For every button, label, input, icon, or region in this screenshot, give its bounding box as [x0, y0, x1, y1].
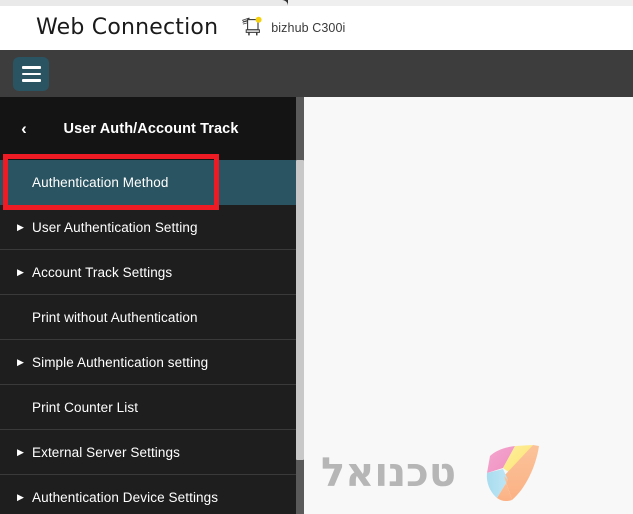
sidebar-menu-list: ▶ Authentication Method ▶ User Authentic…: [0, 160, 296, 514]
sidebar-item-user-authentication-setting[interactable]: ▶ User Authentication Setting: [0, 205, 296, 250]
sidebar-item-authentication-device-settings[interactable]: ▶ Authentication Device Settings: [0, 475, 296, 514]
sidebar-item-label: External Server Settings: [32, 444, 180, 460]
sidebar-item-label: User Authentication Setting: [32, 219, 198, 235]
sidebar-item-print-without-authentication[interactable]: ▶ Print without Authentication: [0, 295, 296, 340]
hamburger-menu-icon[interactable]: [13, 57, 49, 91]
sidebar-item-label: Print Counter List: [32, 399, 139, 415]
content-area: טכנואל: [303, 97, 633, 514]
triangle-right-icon: ▶: [17, 356, 24, 367]
sidebar: ‹ User Auth/Account Track ▶ Authenticati…: [0, 97, 296, 514]
triangle-right-icon: ▶: [17, 491, 24, 502]
sidebar-title: User Auth/Account Track: [63, 120, 239, 137]
sidebar-item-label: Print without Authentication: [32, 309, 198, 325]
sidebar-header: ‹ User Auth/Account Track: [0, 97, 296, 160]
device-indicator: bizhub C300i: [240, 16, 345, 40]
sidebar-item-label: Simple Authentication setting: [32, 354, 209, 370]
main-body: טכנואל ‹ User Auth/Account Track Authent…: [0, 97, 633, 514]
sidebar-item-simple-authentication-setting[interactable]: ▶ Simple Authentication setting: [0, 340, 296, 385]
sidebar-item-label: Authentication Device Settings: [32, 489, 219, 505]
sidebar-item-label: Account Track Settings: [32, 264, 173, 280]
hamburger-line: [21, 72, 41, 76]
triangle-right-icon: ▶: [17, 221, 24, 232]
printer-mfp-icon: [240, 16, 264, 40]
triangle-right-icon: ▶: [17, 266, 24, 277]
top-navigation-bar: [0, 50, 633, 97]
sidebar-item-print-counter-list[interactable]: ▶ Print Counter List: [0, 385, 296, 430]
browser-window: Web Connection bizhub C300i טכנואל ‹ Use…: [0, 0, 633, 514]
hamburger-line: [21, 66, 41, 69]
sidebar-item-external-server-settings[interactable]: ▶ External Server Settings: [0, 430, 296, 475]
brand-title: Web Connection: [36, 15, 219, 40]
triangle-right-icon: ▶: [17, 446, 24, 457]
sidebar-item-authentication-method[interactable]: ▶ Authentication Method: [0, 160, 296, 205]
sidebar-item-account-track-settings[interactable]: ▶ Account Track Settings: [0, 250, 296, 295]
chevron-left-icon[interactable]: ‹: [14, 119, 34, 139]
device-name: bizhub C300i: [271, 21, 346, 35]
watermark: טכנואל: [321, 440, 542, 506]
hamburger-line: [21, 79, 41, 82]
technoel-logo-icon: [470, 440, 542, 506]
sidebar-item-label: Authentication Method: [32, 174, 169, 190]
sidebar-scrollbar-thumb[interactable]: [296, 160, 304, 460]
watermark-text: טכנואל: [321, 450, 456, 496]
page-header: Web Connection bizhub C300i: [0, 6, 633, 50]
